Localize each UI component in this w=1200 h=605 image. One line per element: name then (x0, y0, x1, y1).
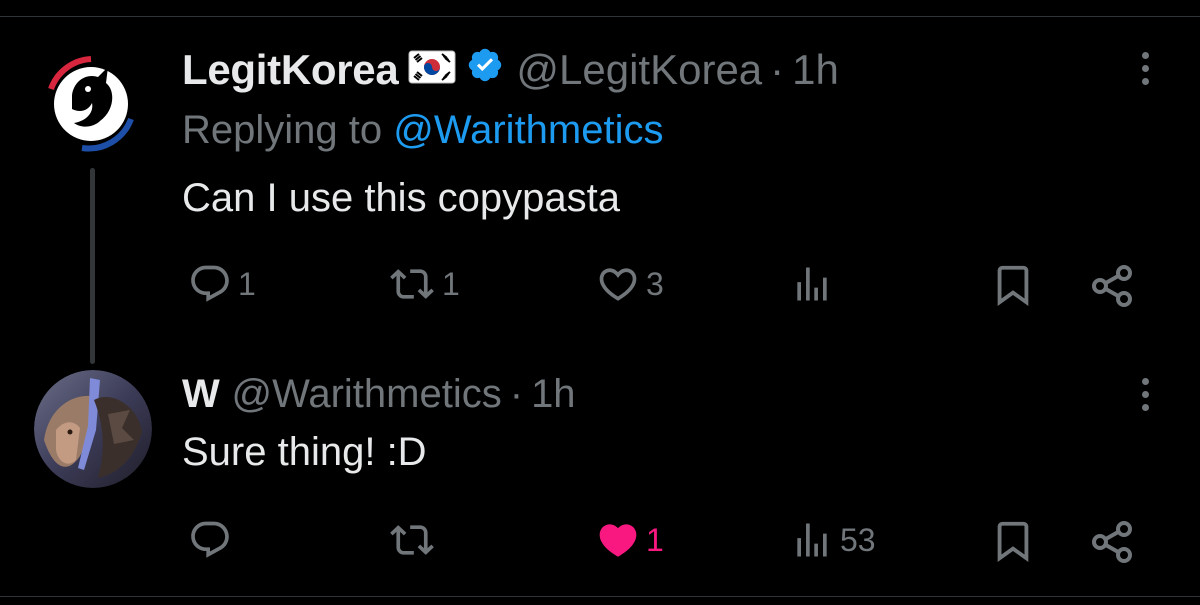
fox-logo-icon (42, 55, 140, 153)
views-button[interactable]: 53 (790, 518, 876, 562)
tweet-actions: 1 1 3 (0, 258, 1200, 318)
bottom-divider (0, 596, 1200, 597)
avatar-warithmetics[interactable] (34, 370, 152, 488)
reply-icon (191, 521, 229, 558)
retweet-button[interactable] (388, 518, 442, 562)
south-korea-flag-icon (408, 46, 456, 94)
share-button[interactable] (1088, 518, 1136, 566)
reply-button[interactable]: 1 (188, 262, 256, 306)
more-options-icon[interactable] (1140, 52, 1150, 85)
separator-dot: · (509, 372, 524, 416)
tweet-header: W @Warithmetics · 1h (182, 372, 576, 417)
timestamp[interactable]: 1h (792, 46, 839, 94)
bookmark-icon (997, 265, 1029, 306)
separator-dot: · (770, 46, 785, 93)
reply-count: 1 (238, 265, 256, 302)
avatar-legitkorea[interactable] (42, 55, 140, 153)
display-name[interactable]: LegitKorea (182, 46, 399, 94)
retweet-button[interactable]: 1 (388, 262, 460, 306)
retweet-icon (390, 269, 434, 299)
retweet-count: 1 (442, 265, 460, 302)
like-button[interactable]: 1 (596, 518, 664, 562)
share-icon (1092, 521, 1132, 563)
tweet-text: Sure thing! :D (182, 430, 427, 474)
bookmark-button[interactable] (990, 518, 1036, 564)
replying-to-line: Replying to @Warithmetics (182, 108, 664, 153)
views-chart-icon (797, 267, 827, 301)
replying-to-mention[interactable]: @Warithmetics (393, 108, 663, 152)
reply-icon (191, 265, 229, 302)
user-handle[interactable]: @LegitKorea (516, 46, 762, 94)
timestamp[interactable]: 1h (531, 372, 576, 417)
share-icon (1092, 265, 1132, 307)
tweet-actions: 1 53 (0, 510, 1200, 570)
character-portrait-icon (34, 370, 152, 488)
verified-badge-icon (466, 46, 504, 94)
tweet-header: LegitKorea @LegitKorea · 1h (182, 46, 839, 94)
heart-filled-icon (599, 524, 637, 557)
display-name[interactable]: W (182, 372, 220, 417)
more-options-icon[interactable] (1140, 378, 1150, 411)
tweet-text: Can I use this copypasta (182, 176, 621, 220)
views-chart-icon (797, 523, 827, 557)
views-button[interactable] (790, 262, 834, 306)
bookmark-button[interactable] (990, 262, 1036, 308)
bookmark-icon (997, 521, 1029, 562)
tweet-warithmetics[interactable]: W @Warithmetics · 1h Sure thing! :D 1 53 (0, 360, 1200, 605)
heart-outline-icon (599, 268, 637, 301)
share-button[interactable] (1088, 262, 1136, 310)
like-button[interactable]: 3 (596, 262, 664, 306)
reply-button[interactable] (188, 518, 238, 562)
tweet-legitkorea[interactable]: LegitKorea @LegitKorea · 1h Replying to … (0, 0, 1200, 364)
views-count: 53 (840, 521, 876, 558)
like-count: 1 (646, 521, 664, 558)
like-count: 3 (646, 265, 664, 302)
user-handle[interactable]: @Warithmetics (231, 372, 501, 417)
retweet-icon (390, 525, 434, 555)
replying-prefix: Replying to (182, 108, 394, 152)
